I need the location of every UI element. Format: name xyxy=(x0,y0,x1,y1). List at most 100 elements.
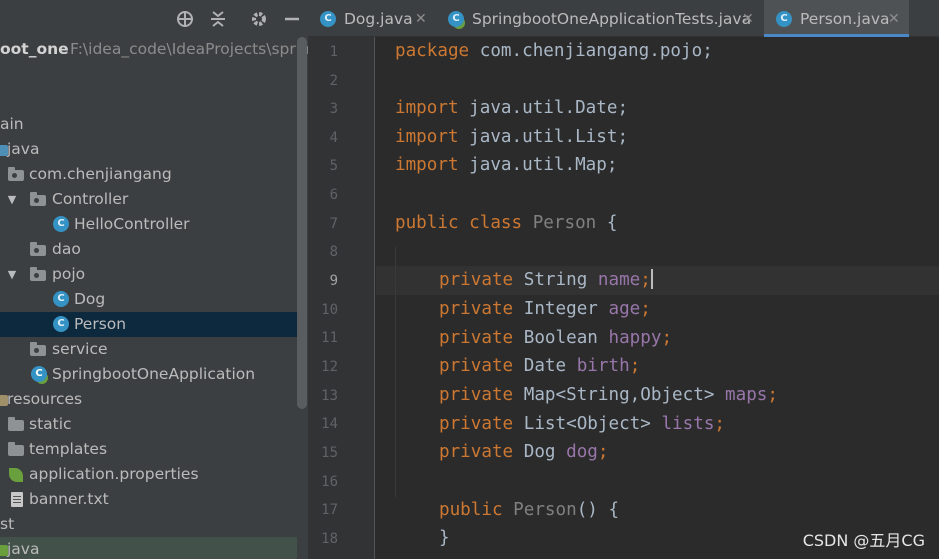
tree-item-label: java xyxy=(7,140,40,158)
java-class-icon: C xyxy=(53,316,69,332)
tree-item-label: service xyxy=(52,340,108,358)
editor-tab-bar: C Dog.java ✕ C SpringbootOneApplicationT… xyxy=(308,0,939,37)
tab-person-java[interactable]: C Person.java ✕ xyxy=(764,0,909,37)
tree-item-resources[interactable]: resources xyxy=(0,387,297,412)
keyword-token: import xyxy=(395,98,459,118)
tree-item-label: dao xyxy=(52,240,81,258)
line-number: 4 xyxy=(329,130,338,146)
tree-item-label: ain xyxy=(0,115,24,133)
tree-item-package-root[interactable]: com.chenjiangang xyxy=(0,162,297,187)
line-number: 7 xyxy=(329,216,338,232)
tree-item-label: resources xyxy=(7,390,83,408)
type-token: String xyxy=(523,270,598,290)
type-token: Date xyxy=(523,356,577,376)
tree-item-dog[interactable]: C Dog xyxy=(0,287,297,312)
tree-scrollbar[interactable] xyxy=(297,37,307,409)
tree-item-springbootoneapplication[interactable]: C SpringbootOneApplication xyxy=(0,362,297,387)
code-line-4: import java.util.List; xyxy=(395,123,628,152)
tree-item-banner-txt[interactable]: banner.txt xyxy=(0,487,297,512)
folder-icon xyxy=(8,417,24,431)
import-token: java.util.Date; xyxy=(458,98,629,118)
tree-item-label: templates xyxy=(29,440,108,458)
line-number: 15 xyxy=(321,445,338,461)
brace-token: { xyxy=(596,213,618,233)
line-number: 1 xyxy=(329,44,338,60)
code-line-11: private Boolean happy; xyxy=(439,324,672,353)
type-token: Boolean xyxy=(523,328,609,348)
tree-item-test[interactable]: st xyxy=(0,512,297,537)
tree-item-label: SpringbootOneApplication xyxy=(52,365,256,383)
tree-item-java[interactable]: java xyxy=(0,137,297,162)
code-line-9: private String name; xyxy=(439,266,653,295)
code-line-1: package com.chenjiangang.pojo; xyxy=(395,37,713,66)
tree-item-templates[interactable]: templates xyxy=(0,437,297,462)
keyword-token: import xyxy=(395,127,459,147)
editor-gutter[interactable]: 1 2 3 4 5 6 7 8 9 10 11 12 13 14 15 16 1… xyxy=(308,37,392,559)
keyword-token: private xyxy=(439,442,514,462)
line-number: 8 xyxy=(329,244,338,260)
tree-item-dao[interactable]: dao xyxy=(0,237,297,262)
line-number: 11 xyxy=(321,330,338,346)
line-number: 12 xyxy=(321,359,338,375)
tree-item-person[interactable]: C Person xyxy=(0,312,297,337)
project-panel-header xyxy=(0,0,308,37)
code-line-13: private Map<String,Object> maps; xyxy=(439,381,778,410)
close-icon[interactable]: ✕ xyxy=(742,0,754,38)
semicolon-token: ; xyxy=(714,414,726,434)
import-token: java.util.Map; xyxy=(458,155,618,175)
module-path: F:\idea_code\IdeaProjects\spring xyxy=(70,40,308,58)
keyword-token: private xyxy=(439,328,514,348)
close-icon[interactable]: ✕ xyxy=(888,0,900,38)
tree-item-static[interactable]: static xyxy=(0,412,297,437)
line-number: 5 xyxy=(329,158,338,174)
field-token: birth xyxy=(576,356,630,376)
close-icon[interactable]: ✕ xyxy=(415,0,427,38)
gear-icon[interactable] xyxy=(249,9,269,29)
code-line-18: } xyxy=(439,524,450,553)
line-number-current: 9 xyxy=(329,273,338,289)
tree-root-module[interactable]: oot_one F:\idea_code\IdeaProjects\spring xyxy=(0,37,308,62)
type-token: List<Object> xyxy=(523,414,662,434)
field-token: maps xyxy=(725,385,768,405)
class-name-token: Person xyxy=(532,213,597,233)
java-class-icon: C xyxy=(53,216,69,232)
tree-item-controller[interactable]: ▼ Controller xyxy=(0,187,297,212)
brace-token: } xyxy=(439,528,450,548)
tree-item-hellocontroller[interactable]: C HelloController xyxy=(0,212,297,237)
code-editor[interactable]: package com.chenjiangang.pojo; import ja… xyxy=(376,37,939,559)
keyword-token: class xyxy=(469,213,523,233)
code-line-3: import java.util.Date; xyxy=(395,94,628,123)
crosshair-icon[interactable] xyxy=(175,9,195,29)
tab-label: SpringbootOneApplicationTests.java xyxy=(472,10,752,28)
code-line-12: private Date birth; xyxy=(439,352,640,381)
brace-token: () { xyxy=(576,500,620,520)
chevron-down-icon[interactable]: ▼ xyxy=(5,187,19,212)
spring-test-class-icon: C xyxy=(448,11,464,27)
tab-springbootoneapplicationtests-java[interactable]: C SpringbootOneApplicationTests.java ✕ xyxy=(436,0,764,37)
indent-guide xyxy=(395,247,396,497)
tree-item-service[interactable]: service xyxy=(0,337,297,362)
tree-item-pojo[interactable]: ▼ pojo xyxy=(0,262,297,287)
tree-item-label: com.chenjiangang xyxy=(29,165,172,183)
chevron-down-icon[interactable]: ▼ xyxy=(5,262,19,287)
keyword-token: package xyxy=(395,41,470,61)
text-caret xyxy=(650,269,653,289)
field-token: happy xyxy=(608,328,662,348)
minimize-icon[interactable] xyxy=(282,9,302,29)
field-token: age xyxy=(608,299,641,319)
collapse-icon[interactable] xyxy=(208,9,228,29)
tree-item-main[interactable]: ain xyxy=(0,112,297,137)
watermark: CSDN @五月CG xyxy=(802,531,925,550)
tab-dog-java[interactable]: C Dog.java ✕ xyxy=(308,0,436,37)
keyword-token: private xyxy=(439,270,514,290)
code-line-7: public class Person { xyxy=(395,209,617,238)
tree-item-application-properties[interactable]: application.properties xyxy=(0,462,297,487)
field-token: dog xyxy=(566,442,598,462)
semicolon-token: ; xyxy=(629,356,641,376)
spring-properties-icon xyxy=(9,468,23,482)
tree-item-test-java[interactable]: java xyxy=(0,537,297,559)
semicolon-token: ; xyxy=(597,442,609,462)
module-name: oot_one xyxy=(0,40,69,58)
tree-item-label: banner.txt xyxy=(29,490,109,508)
semicolon-token: ; xyxy=(640,270,651,290)
